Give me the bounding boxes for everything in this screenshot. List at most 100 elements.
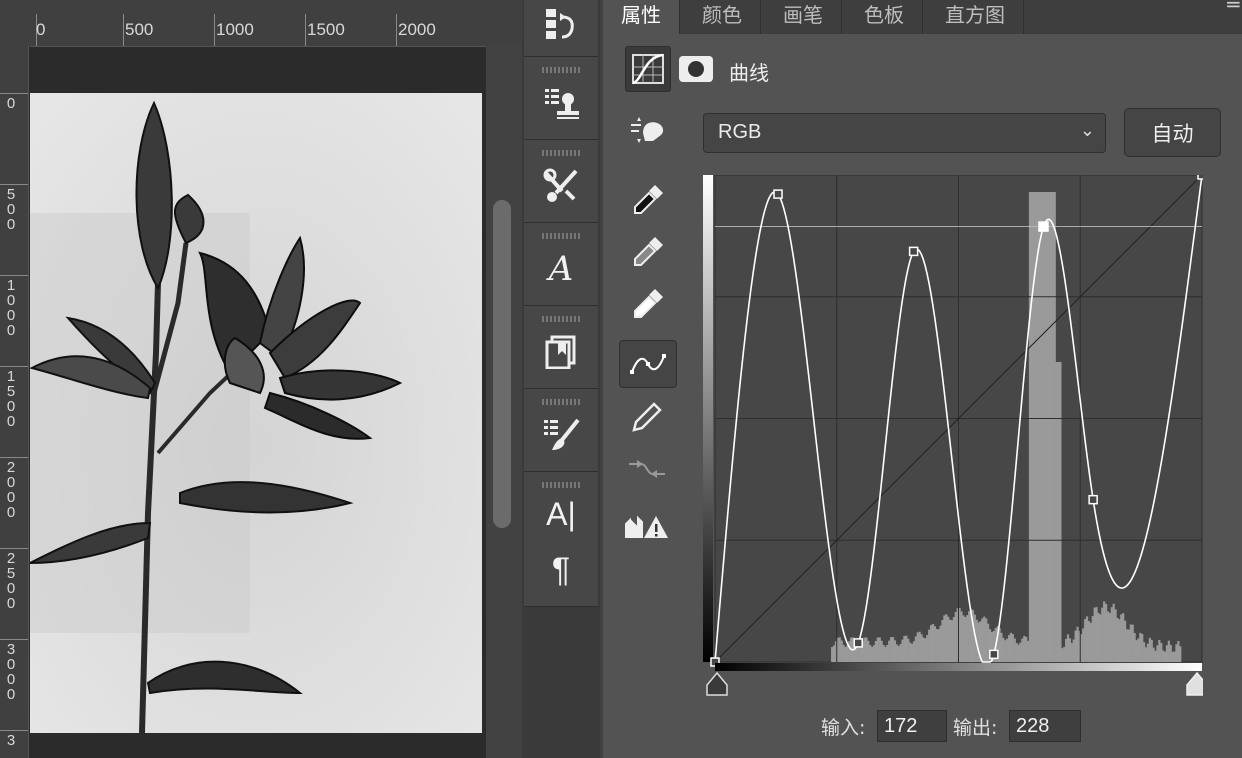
- histogram-bin: [897, 646, 900, 662]
- histogram-bin: [1148, 637, 1151, 662]
- histogram-bin: [948, 619, 952, 662]
- histogram-bin: [945, 614, 948, 662]
- ruler-label: 1500: [307, 20, 345, 39]
- histogram-bin: [857, 646, 860, 662]
- curves-graph-svg[interactable]: [703, 170, 1208, 705]
- histogram-bin: [929, 625, 933, 662]
- group-grip[interactable]: [542, 150, 582, 156]
- histogram-bin: [1000, 632, 1003, 662]
- glyphs-icon[interactable]: A: [541, 249, 581, 289]
- input-gradient-bar: [715, 663, 1202, 671]
- scroll-thumb[interactable]: [493, 200, 511, 528]
- histogram-bin: [1131, 624, 1134, 662]
- histogram-bin: [1053, 192, 1056, 662]
- auto-button[interactable]: 自动: [1124, 108, 1221, 157]
- history-icon[interactable]: [541, 4, 581, 44]
- white-point-slider[interactable]: [1186, 671, 1208, 696]
- histogram-bin: [872, 645, 876, 662]
- histogram-bin: [983, 616, 986, 662]
- clipping-warning-icon[interactable]: [619, 504, 675, 550]
- layer-mask-icon[interactable]: [679, 56, 713, 82]
- white-eyedropper-icon[interactable]: [619, 282, 675, 328]
- group-grip[interactable]: [542, 67, 582, 73]
- group-grip[interactable]: [542, 482, 582, 488]
- tab-histogram[interactable]: 直方图: [927, 0, 1024, 34]
- paragraph-icon[interactable]: ¶: [541, 550, 581, 590]
- targeted-adjustment-icon[interactable]: [619, 110, 675, 156]
- histogram-bin: [1068, 638, 1072, 662]
- histogram-bin: [882, 644, 885, 662]
- horizontal-ruler[interactable]: 0 500 1000 1500 2000: [30, 0, 522, 47]
- group-grip[interactable]: [542, 399, 582, 405]
- vertical-ruler[interactable]: 0 500 1000 1500 2000 2500 3000 3: [0, 46, 29, 758]
- curve-point[interactable]: [773, 189, 783, 199]
- curve-point[interactable]: [1088, 494, 1098, 505]
- brush-settings-icon[interactable]: [541, 415, 581, 455]
- document-image[interactable]: [30, 93, 482, 733]
- histogram-bin: [1106, 611, 1110, 662]
- tab-brushes[interactable]: 画笔: [765, 0, 842, 34]
- ruler-label: 3: [6, 732, 16, 749]
- histogram-bin: [863, 637, 866, 662]
- panel-toolstrip: A A| ¶: [522, 0, 600, 758]
- histogram-bin: [943, 615, 946, 662]
- tab-properties[interactable]: 属性: [603, 0, 680, 34]
- curves-graph[interactable]: [703, 170, 1208, 705]
- black-point-slider[interactable]: [706, 671, 728, 696]
- histogram-bin: [1007, 635, 1011, 662]
- tool-presets-icon[interactable]: [541, 166, 581, 206]
- output-value-field[interactable]: 228: [1009, 710, 1081, 742]
- tool-group: [524, 0, 598, 57]
- histogram-bin: [1042, 192, 1045, 662]
- histogram-bin: [1165, 645, 1169, 662]
- histogram-bin: [1030, 192, 1033, 662]
- input-value-field[interactable]: 172: [877, 710, 947, 742]
- histogram-bin: [1152, 647, 1155, 662]
- histogram-bin: [1133, 632, 1136, 662]
- tab-swatches[interactable]: 色板: [846, 0, 923, 34]
- histogram-bin: [1129, 624, 1132, 662]
- libraries-icon[interactable]: [541, 332, 581, 372]
- curve-point[interactable]: [853, 638, 863, 648]
- tab-color[interactable]: 颜色: [684, 0, 761, 34]
- histogram-bin: [1021, 638, 1024, 662]
- clone-source-icon[interactable]: [541, 83, 581, 123]
- histogram-bin: [1076, 626, 1079, 662]
- curve-edit-icon[interactable]: [619, 340, 677, 388]
- curve-point-selected[interactable]: [1038, 221, 1049, 232]
- histogram-bin: [914, 636, 917, 662]
- histogram-bin: [960, 611, 963, 662]
- ruler-tick: [396, 14, 397, 46]
- group-grip[interactable]: [542, 233, 582, 239]
- black-eyedropper-icon[interactable]: [619, 178, 675, 224]
- group-grip[interactable]: [542, 316, 582, 322]
- histogram-bin: [1139, 632, 1142, 662]
- histogram-bin: [968, 611, 971, 662]
- histogram-bin: [981, 618, 984, 662]
- histogram-bin: [840, 640, 843, 662]
- histogram-bin: [962, 615, 965, 662]
- smooth-icon[interactable]: [619, 446, 675, 492]
- curves-adjustment-icon[interactable]: [625, 46, 671, 92]
- histogram-bin: [1167, 640, 1170, 662]
- channel-select[interactable]: RGB ⌄: [703, 113, 1106, 153]
- histogram-bin: [832, 645, 836, 662]
- curve-point[interactable]: [908, 246, 919, 257]
- ruler-label: 2500: [6, 550, 16, 612]
- ruler-label: 500: [6, 186, 16, 233]
- ruler-tick: [123, 14, 124, 46]
- histogram-bin: [1074, 630, 1077, 662]
- character-icon[interactable]: A|: [541, 494, 581, 534]
- curve-point[interactable]: [1197, 170, 1207, 180]
- histogram-bin: [1002, 637, 1005, 662]
- curve-point[interactable]: [989, 649, 999, 660]
- histogram-bin: [964, 617, 967, 662]
- histogram-bin: [1124, 620, 1127, 662]
- gray-eyedropper-icon[interactable]: [619, 230, 675, 276]
- histogram-bin: [884, 646, 887, 662]
- panel-menu-icon[interactable]: ≡: [1225, 0, 1242, 14]
- input-label: 输入:: [821, 717, 866, 739]
- pencil-icon[interactable]: [619, 394, 675, 440]
- histogram-bin: [1122, 613, 1125, 662]
- ruler-tick: [0, 275, 28, 276]
